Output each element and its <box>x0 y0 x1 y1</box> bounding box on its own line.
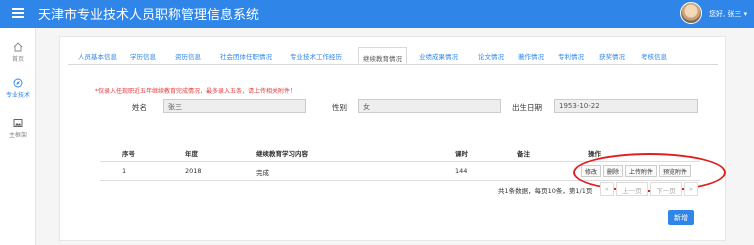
tab-patents[interactable]: 专利情况 <box>558 51 584 61</box>
first-page-button[interactable]: « <box>600 182 614 196</box>
tab-awards[interactable]: 获奖情况 <box>599 51 625 61</box>
menu-icon[interactable] <box>12 8 24 18</box>
name-field: 张三 <box>163 99 306 113</box>
sidebar: 首页 专业技术 主框架 <box>0 28 36 245</box>
tab-qualification[interactable]: 资历信息 <box>175 51 201 61</box>
column-header: 年度 <box>185 150 198 158</box>
app-title: 天津市专业技术人员职称管理信息系统 <box>38 8 260 23</box>
column-header: 备注 <box>517 150 530 158</box>
tab-basic-info[interactable]: 人员基本信息 <box>78 51 117 61</box>
tab-continuing-education[interactable]: 继续教育情况 <box>358 47 407 64</box>
column-header: 序号 <box>122 150 135 158</box>
row-year: 2018 <box>185 167 202 175</box>
row-hours: 144 <box>455 167 468 175</box>
main-panel: 人员基本信息 学历信息 资历信息 社会团体任职情况 专业技术工作经历 继续教育情… <box>59 36 726 241</box>
row-index: 1 <box>122 167 127 175</box>
sidebar-item-label: 首页 <box>11 56 24 63</box>
pagination-summary: 共1条数据，每页10条，第1/1页 <box>498 187 593 195</box>
frame-icon <box>13 119 23 127</box>
user-menu[interactable]: 您好, 张三 ▾ <box>709 9 747 19</box>
sidebar-item-professional[interactable]: 专业技术 <box>0 78 36 99</box>
birth-date-field: 1953-10-22 <box>554 99 698 113</box>
tab-assessment[interactable]: 考核信息 <box>641 51 667 61</box>
sidebar-item-label: 专业技术 <box>5 92 30 99</box>
tab-books[interactable]: 著作情况 <box>518 51 544 61</box>
next-page-button[interactable]: 下一页 <box>650 182 682 196</box>
name-label: 姓名 <box>132 103 147 112</box>
avatar[interactable] <box>680 2 702 24</box>
sidebar-item-home[interactable]: 首页 <box>0 42 36 63</box>
home-icon <box>13 42 23 52</box>
row-content: 完成 <box>256 169 269 177</box>
gender-field: 女 <box>358 99 501 113</box>
notice-text: *仅录入任现职近五年继续教育完成情况，最多录入五条，请上传相关附件！ <box>95 88 297 95</box>
column-header: 继续教育学习内容 <box>256 150 308 158</box>
tab-education[interactable]: 学历信息 <box>130 51 156 61</box>
gender-label: 性别 <box>332 103 347 112</box>
sidebar-item-frame[interactable]: 主框架 <box>0 118 36 139</box>
tab-achievements[interactable]: 业绩成果情况 <box>419 51 458 61</box>
prev-page-button[interactable]: 上一页 <box>616 182 648 196</box>
tab-bar: 人员基本信息 学历信息 资历信息 社会团体任职情况 专业技术工作经历 继续教育情… <box>68 47 718 65</box>
last-page-button[interactable]: » <box>684 182 698 196</box>
column-header: 课时 <box>455 150 468 158</box>
tab-social-positions[interactable]: 社会团体任职情况 <box>220 51 272 61</box>
column-header: 操作 <box>588 150 601 158</box>
add-button[interactable]: 新增 <box>668 210 694 225</box>
tab-papers[interactable]: 论文情况 <box>478 51 504 61</box>
sidebar-item-label: 主框架 <box>8 132 27 139</box>
compass-icon <box>13 78 23 88</box>
top-bar: 天津市专业技术人员职称管理信息系统 您好, 张三 ▾ <box>0 0 754 28</box>
birth-date-label: 出生日期 <box>512 103 542 112</box>
tab-work-experience[interactable]: 专业技术工作经历 <box>290 51 342 61</box>
